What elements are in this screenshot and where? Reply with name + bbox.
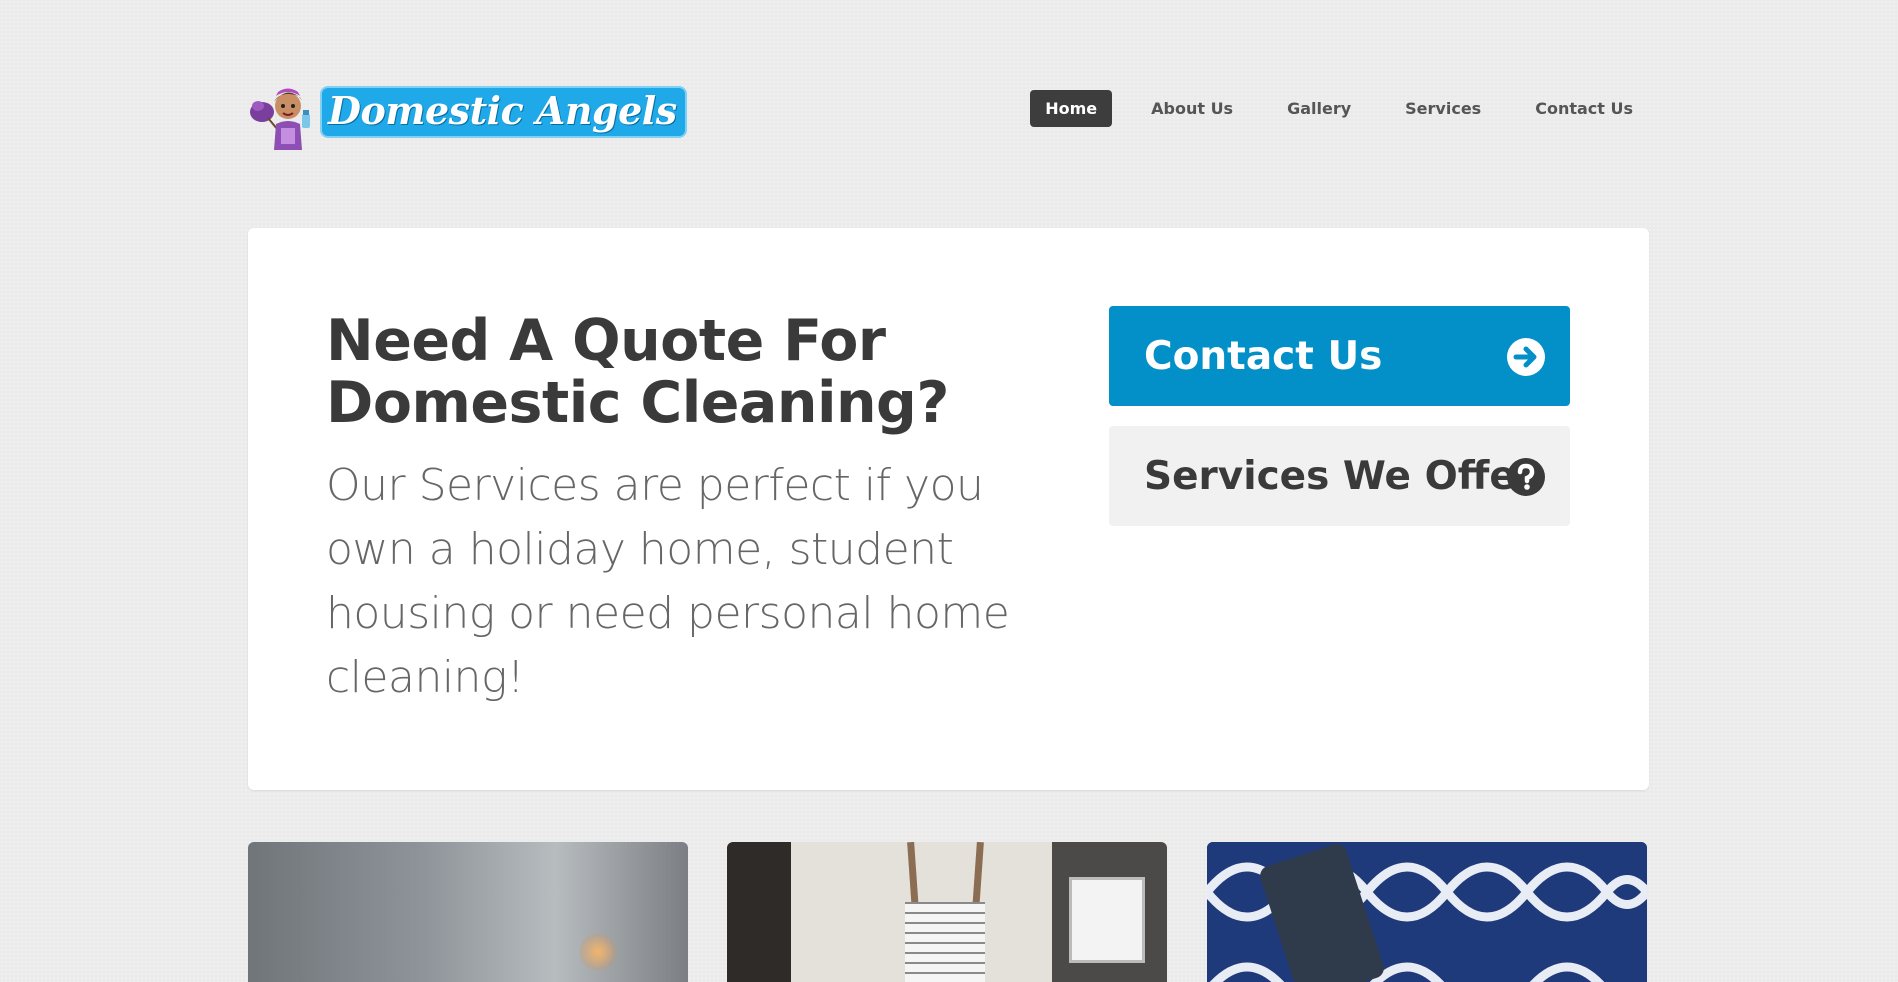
mirror-window <box>1069 877 1145 963</box>
services-we-offer-button-label: Services We Offer <box>1144 453 1536 499</box>
door-frame <box>727 842 791 982</box>
hero-card: Need A Quote For Domestic Cleaning? Our … <box>248 228 1649 790</box>
hero-title: Need A Quote For Domestic Cleaning? <box>326 310 1046 434</box>
site-logo[interactable]: Domestic Angels <box>248 72 687 152</box>
nav-item-about-us[interactable]: About Us <box>1136 90 1248 127</box>
hero-title-line-2: Domestic Cleaning? <box>326 370 949 436</box>
nav-item-home[interactable]: Home <box>1030 90 1113 127</box>
hero-subtitle: Our Services are perfect if you own a ho… <box>326 460 1010 703</box>
gallery-card-lamp-room[interactable] <box>248 842 688 982</box>
contact-us-button-label: Contact Us <box>1144 333 1383 379</box>
question-circle-icon <box>1506 457 1546 497</box>
main-nav: Home About Us Gallery Services Contact U… <box>1006 90 1648 127</box>
lamp-glow <box>578 932 618 972</box>
arrow-right-circle-icon <box>1506 337 1546 377</box>
gallery-card-vacuum[interactable] <box>1207 842 1647 982</box>
gallery-card-bathroom[interactable] <box>727 842 1167 982</box>
striped-towel <box>905 902 985 982</box>
brand-name: Domestic Angels <box>320 86 687 138</box>
services-we-offer-button[interactable]: Services We Offer <box>1109 426 1570 526</box>
nav-item-contact-us[interactable]: Contact Us <box>1520 90 1648 127</box>
hero-title-line-1: Need A Quote For <box>326 308 886 374</box>
nav-item-services[interactable]: Services <box>1390 90 1496 127</box>
site-header: Domestic Angels Home About Us Gallery Se… <box>248 72 1648 152</box>
cleaning-lady-mascot-icon <box>248 72 318 152</box>
nav-item-gallery[interactable]: Gallery <box>1272 90 1366 127</box>
contact-us-button[interactable]: Contact Us <box>1109 306 1570 406</box>
